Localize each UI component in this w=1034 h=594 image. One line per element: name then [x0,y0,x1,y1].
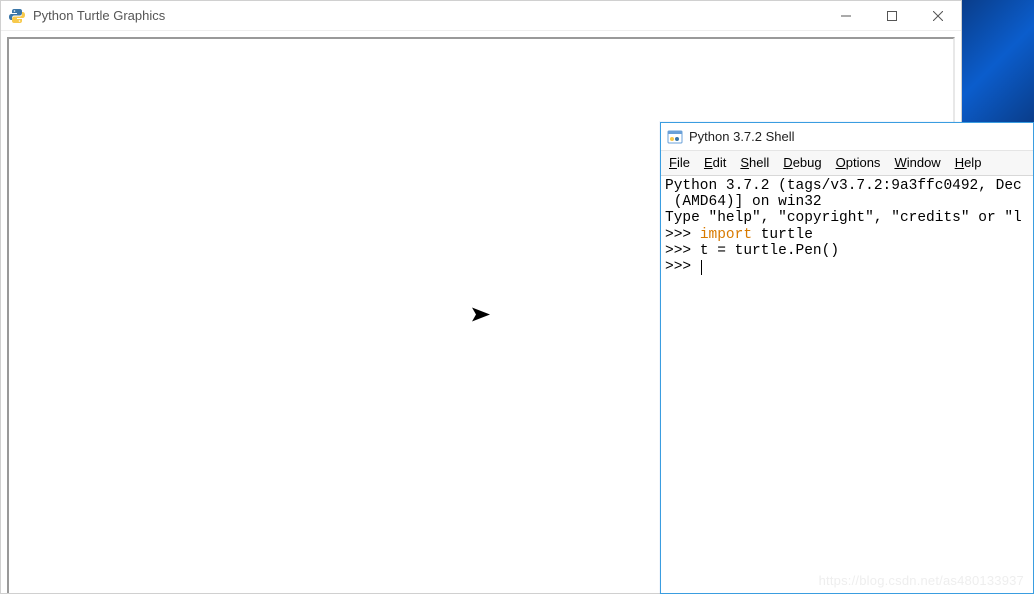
turtle-cursor-icon [472,308,490,325]
keyword-import: import [700,227,752,243]
banner-line: Python 3.7.2 (tags/v3.7.2:9a3ffc0492, De… [665,178,1022,194]
close-button[interactable] [915,1,961,30]
code-text: t = turtle.Pen() [700,243,839,259]
banner-line: Type "help", "copyright", "credits" or "… [665,210,1022,226]
prompt: >>> [665,227,691,243]
menu-help[interactable]: Help [955,155,982,170]
menu-options[interactable]: Options [836,155,881,170]
menu-window[interactable]: Window [894,155,940,170]
window-controls [823,1,961,30]
banner-line: (AMD64)] on win32 [665,194,822,210]
turtle-titlebar[interactable]: Python Turtle Graphics [1,1,961,31]
shell-output[interactable]: Python 3.7.2 (tags/v3.7.2:9a3ffc0492, De… [661,176,1033,277]
prompt: >>> [665,259,691,275]
code-text: turtle [752,227,813,243]
text-cursor [701,260,702,275]
watermark-text: https://blog.csdn.net/as480133937 [819,573,1024,588]
python-icon [9,8,25,24]
menu-file[interactable]: File [669,155,690,170]
idle-shell-window: Python 3.7.2 Shell File Edit Shell Debug… [660,122,1034,594]
minimize-button[interactable] [823,1,869,30]
shell-titlebar[interactable]: Python 3.7.2 Shell [661,123,1033,151]
prompt: >>> [665,243,691,259]
menu-debug[interactable]: Debug [783,155,821,170]
maximize-button[interactable] [869,1,915,30]
menu-shell[interactable]: Shell [740,155,769,170]
menu-edit[interactable]: Edit [704,155,726,170]
turtle-window-title: Python Turtle Graphics [33,8,823,23]
shell-window-title: Python 3.7.2 Shell [689,129,795,144]
desktop-background [962,0,1034,122]
shell-menubar: File Edit Shell Debug Options Window Hel… [661,151,1033,176]
idle-icon [667,129,683,145]
